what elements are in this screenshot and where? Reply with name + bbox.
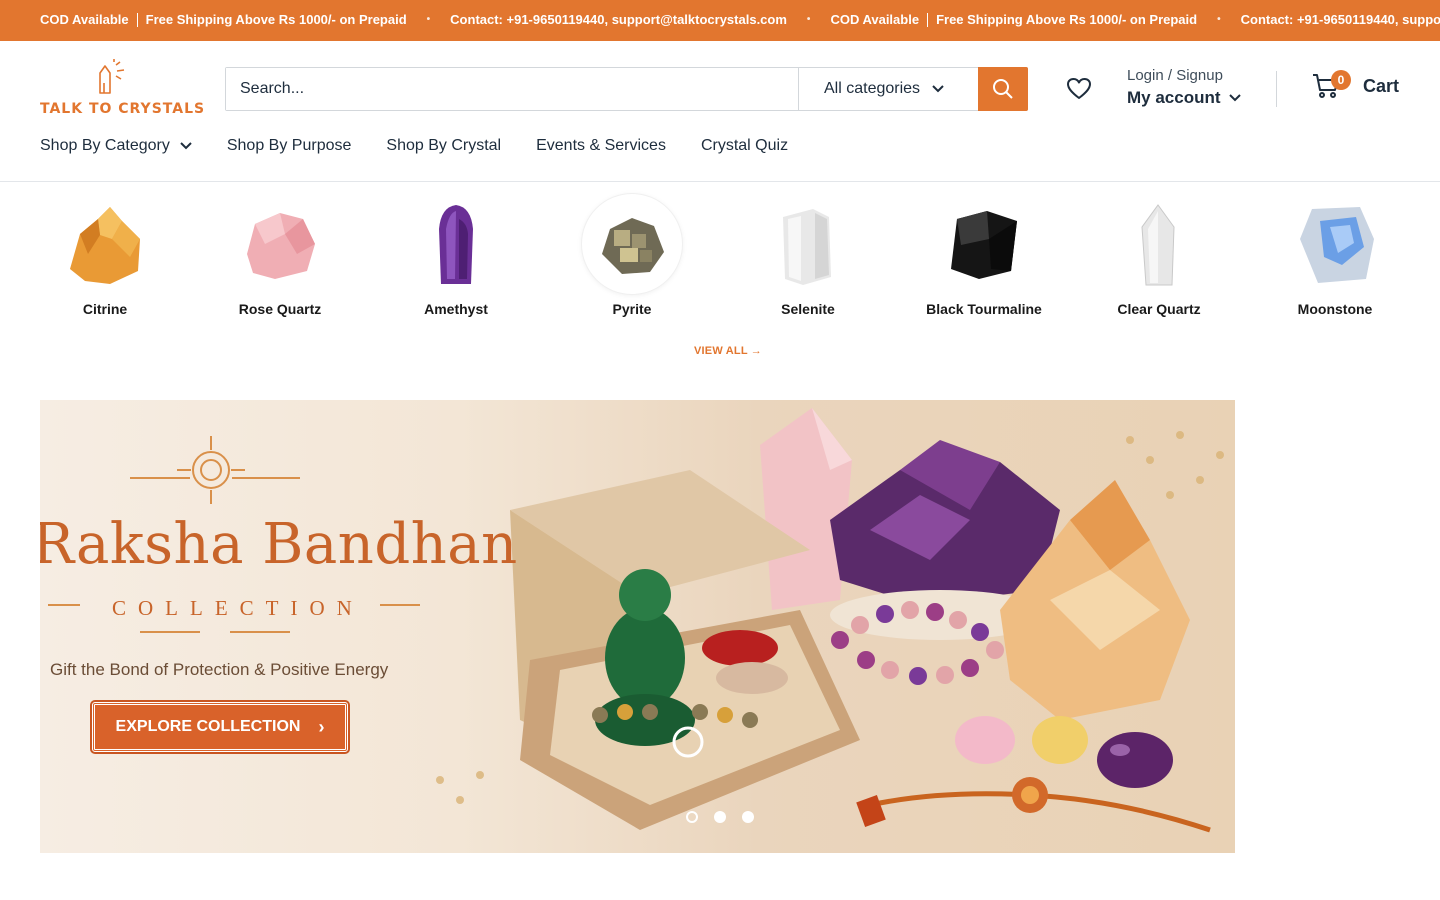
crystal-item-citrine[interactable]: Citrine bbox=[35, 194, 175, 318]
crystal-item-moonstone[interactable]: Moonstone bbox=[1265, 194, 1405, 318]
nav-label: Shop By Purpose bbox=[226, 137, 352, 154]
banner-heading: Raksha Bandhan bbox=[40, 512, 518, 577]
wishlist-button[interactable] bbox=[1066, 77, 1092, 106]
nav-shop-by-category[interactable]: Shop By Category bbox=[40, 137, 192, 155]
heart-icon bbox=[1067, 78, 1091, 99]
crystal-image bbox=[582, 194, 682, 294]
search-button[interactable] bbox=[978, 67, 1028, 111]
category-select-label: All categories bbox=[824, 80, 921, 97]
my-account-dropdown[interactable]: My account bbox=[1127, 88, 1241, 108]
crystal-name: Rose Quartz bbox=[238, 301, 322, 317]
carousel-dot-1[interactable] bbox=[686, 811, 698, 823]
crystal-name: Citrine bbox=[82, 301, 128, 317]
crystal-item-clear-quartz[interactable]: Clear Quartz bbox=[1089, 194, 1229, 318]
crystal-logo-icon bbox=[99, 59, 125, 94]
crystal-name: Amethyst bbox=[424, 301, 488, 317]
crystal-image bbox=[55, 194, 155, 294]
crystal-name: Moonstone bbox=[1297, 301, 1373, 317]
announcement-bar: COD Available Free Shipping Above Rs 100… bbox=[0, 0, 1440, 41]
carousel-dot-2[interactable] bbox=[714, 811, 726, 823]
category-select[interactable]: All categories bbox=[798, 68, 978, 110]
nav-label: Shop By Category bbox=[40, 137, 170, 154]
chevron-down-icon bbox=[1228, 94, 1241, 102]
announcement-dot: • bbox=[806, 14, 811, 25]
announcement-shipping-repeat: Free Shipping Above Rs 1000/- on Prepaid bbox=[936, 12, 1198, 27]
explore-collection-button[interactable]: EXPLORE COLLECTION › bbox=[92, 702, 348, 752]
announcement-separator bbox=[927, 12, 929, 27]
crystal-image bbox=[406, 194, 506, 294]
crystal-name: Selenite bbox=[781, 301, 835, 317]
crystal-image bbox=[1285, 194, 1385, 294]
carousel-dot-3[interactable] bbox=[742, 811, 754, 823]
search-input[interactable] bbox=[226, 68, 798, 110]
nav-events-services[interactable]: Events & Services bbox=[536, 137, 666, 155]
cart-button[interactable]: 0 Cart bbox=[1312, 70, 1400, 99]
cta-label: EXPLORE COLLECTION bbox=[115, 718, 301, 735]
header-divider bbox=[1276, 71, 1277, 107]
crystal-image bbox=[934, 194, 1034, 294]
main-nav: Shop By Category Shop By Purpose Shop By… bbox=[40, 137, 823, 155]
crystal-item-selenite[interactable]: Selenite bbox=[738, 194, 878, 318]
nav-crystal-quiz[interactable]: Crystal Quiz bbox=[701, 137, 788, 155]
search-bar: All categories bbox=[225, 67, 1028, 111]
banner-subheading: COLLECTION bbox=[112, 596, 364, 620]
announcement-dot: • bbox=[1217, 14, 1221, 25]
crystal-name: Pyrite bbox=[612, 301, 652, 317]
login-signup-link[interactable]: Login / Signup bbox=[1127, 67, 1241, 84]
nav-label: Shop By Crystal bbox=[386, 137, 502, 154]
carousel-dots bbox=[686, 811, 770, 823]
account-menu[interactable]: Login / Signup My account bbox=[1127, 67, 1241, 108]
crystal-item-amethyst[interactable]: Amethyst bbox=[386, 194, 526, 318]
announcement-contact: Contact: +91-9650119440, support@talktoc… bbox=[450, 12, 787, 27]
nav-shop-by-purpose[interactable]: Shop By Purpose bbox=[227, 137, 352, 155]
crystal-item-black-tourmaline[interactable]: Black Tourmaline bbox=[914, 194, 1054, 318]
nav-label: Crystal Quiz bbox=[700, 137, 789, 154]
crystal-image bbox=[758, 194, 858, 294]
announcement-shipping: Free Shipping Above Rs 1000/- on Prepaid bbox=[145, 12, 407, 27]
crystal-name: Black Tourmaline bbox=[926, 301, 1042, 317]
announcement-cod: COD Available bbox=[40, 12, 129, 27]
announcement-contact-repeat: Contact: +91-9650119440, support@talktoc… bbox=[1240, 12, 1440, 27]
site-logo[interactable]: TALK TO CRYSTALS bbox=[40, 59, 204, 119]
banner-art bbox=[48, 408, 1224, 833]
crystal-image bbox=[230, 194, 330, 294]
crystal-image bbox=[1109, 194, 1209, 294]
crystal-item-rose-quartz[interactable]: Rose Quartz bbox=[210, 194, 350, 318]
view-all-link[interactable]: VIEW ALL → bbox=[694, 345, 762, 357]
announcement-cod-repeat: COD Available bbox=[830, 12, 920, 27]
hero-banner[interactable]: Raksha Bandhan COLLECTION Gift the Bond … bbox=[40, 400, 1235, 853]
announcement-separator bbox=[136, 12, 138, 27]
site-header: TALK TO CRYSTALS All categories Login / … bbox=[0, 41, 1440, 182]
crystal-name: Clear Quartz bbox=[1117, 301, 1201, 317]
nav-shop-by-crystal[interactable]: Shop By Crystal bbox=[386, 137, 501, 155]
chevron-right-icon: › bbox=[318, 716, 325, 737]
chevron-down-icon bbox=[932, 85, 944, 93]
cart-count-badge: 0 bbox=[1331, 70, 1351, 90]
banner-tagline: Gift the Bond of Protection & Positive E… bbox=[50, 660, 389, 679]
crystal-item-pyrite[interactable]: Pyrite bbox=[562, 194, 702, 318]
chevron-down-icon bbox=[180, 142, 192, 150]
announcement-dot: • bbox=[426, 14, 431, 25]
cart-label: Cart bbox=[1363, 75, 1400, 96]
crystal-categories: Citrine Rose Quartz Amethyst Pyrite Sele… bbox=[0, 194, 1440, 344]
my-account-label: My account bbox=[1127, 88, 1221, 107]
search-icon bbox=[993, 79, 1013, 99]
logo-text: TALK TO CRYSTALS bbox=[40, 101, 206, 117]
nav-label: Events & Services bbox=[536, 137, 666, 154]
